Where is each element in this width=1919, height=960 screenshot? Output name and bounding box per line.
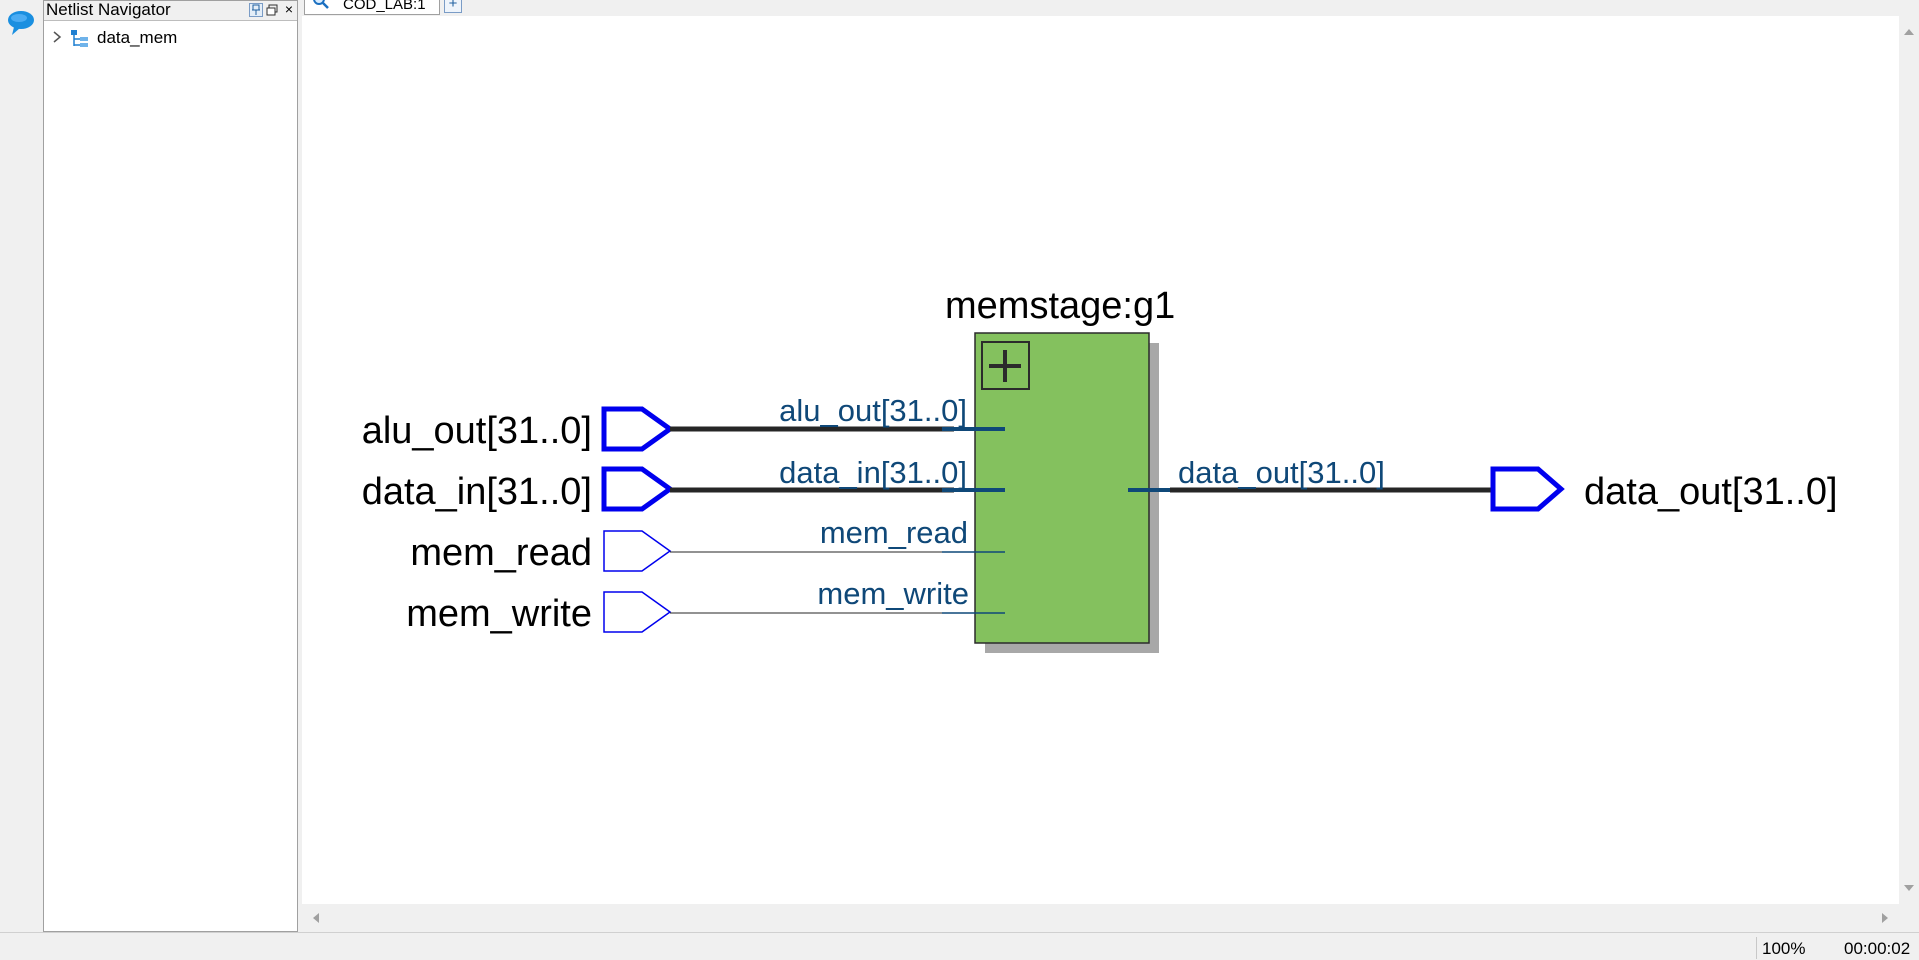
port-label: data_out[31..0]	[1178, 455, 1385, 490]
chevron-right-icon[interactable]	[50, 29, 64, 45]
float-window-icon[interactable]	[265, 3, 279, 17]
output-pin-data-out[interactable]	[1490, 466, 1565, 512]
netlist-navigator-panel: Netlist Navigator × data_mem	[43, 0, 298, 932]
add-tab-button[interactable]: +	[444, 0, 462, 13]
input-pin-label: alu_out[31..0]	[362, 410, 592, 452]
status-bar: 100% 00:00:02	[0, 932, 1919, 960]
port-label: mem_read	[820, 515, 968, 550]
tab-cod-lab[interactable]: COD_LAB:1	[304, 0, 440, 15]
port-label: alu_out[31..0]	[779, 393, 967, 428]
pin-icon[interactable]	[249, 3, 263, 17]
tab-label: COD_LAB:1	[343, 0, 426, 13]
status-separator	[1756, 937, 1757, 959]
input-pin-alu-out[interactable]	[601, 406, 675, 452]
horizontal-scrollbar[interactable]	[302, 904, 1899, 932]
left-rail	[0, 0, 43, 935]
navigator-title: Netlist Navigator	[46, 0, 171, 19]
schematic-canvas[interactable]: memstage:g1 alu_out[31..0] alu_out[31..0…	[302, 16, 1899, 904]
zoom-level: 100%	[1762, 939, 1806, 958]
speech-bubble-icon[interactable]	[6, 8, 36, 38]
elapsed-time: 00:00:02	[1844, 939, 1911, 958]
tab-bar: COD_LAB:1 +	[300, 0, 1919, 16]
navigator-header: Netlist Navigator ×	[44, 1, 297, 21]
output-pin-label: data_out[31..0]	[1584, 471, 1838, 513]
scroll-up-icon[interactable]	[1903, 26, 1915, 38]
scroll-right-icon[interactable]	[1879, 912, 1891, 924]
scroll-left-icon[interactable]	[310, 912, 322, 924]
tree-item-label: data_mem	[97, 28, 178, 47]
input-pin-mem-write[interactable]	[603, 591, 672, 633]
input-pin-label: mem_write	[406, 593, 592, 635]
schematic-drawing: memstage:g1 alu_out[31..0] alu_out[31..0…	[362, 285, 1838, 653]
input-pin-mem-read[interactable]	[603, 530, 672, 572]
hierarchy-icon	[71, 30, 88, 47]
scroll-down-icon[interactable]	[1903, 882, 1915, 894]
port-label: data_in[31..0]	[779, 455, 967, 490]
input-pin-label: data_in[31..0]	[362, 471, 592, 513]
port-label: mem_write	[817, 576, 969, 611]
input-pin-data-in[interactable]	[601, 466, 675, 512]
input-pin-label: mem_read	[410, 532, 592, 574]
magnifier-icon	[313, 0, 329, 9]
instance-name: memstage:g1	[945, 285, 1175, 327]
close-icon[interactable]: ×	[285, 1, 293, 17]
tree-item-data-mem[interactable]: data_mem	[44, 25, 297, 51]
vertical-scrollbar[interactable]	[1899, 16, 1919, 904]
